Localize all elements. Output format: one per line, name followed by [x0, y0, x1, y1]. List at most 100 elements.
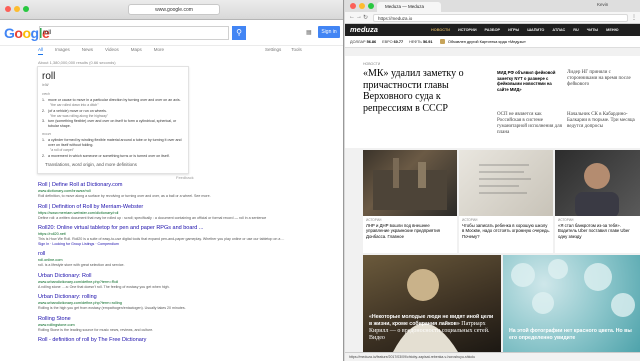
minimize-icon[interactable]: [14, 6, 20, 12]
zoom-icon[interactable]: [23, 6, 29, 12]
result-title[interactable]: Roll20: Online virtual tabletop for pen …: [38, 225, 288, 232]
tab-videos[interactable]: Videos: [105, 47, 119, 55]
tab-news[interactable]: News: [82, 47, 93, 55]
result-sitelinks[interactable]: Sign In · Looking for Group Listings · C…: [38, 242, 288, 247]
factory-image: [373, 158, 447, 210]
result-snippet: Roll definition, to move along a surface…: [38, 194, 211, 198]
top-kicker: НОВОСТИ: [363, 62, 381, 66]
story-card[interactable]: ИСТОРИИ Чтобы записать ребенка в хорошую…: [459, 150, 553, 253]
search-input[interactable]: roll: [39, 26, 229, 40]
nav-shapito[interactable]: ШАПИТО: [527, 28, 544, 32]
result-title[interactable]: Urban Dictionary: Roll: [38, 273, 288, 280]
side-story-title[interactable]: Лидер НГ приняли с сторонниками на время…: [567, 70, 635, 88]
story-card[interactable]: ИСТОРИИ «Я стал банкротом из-за тебя». В…: [555, 150, 640, 253]
result-snippet: Rolling is the high you get from ecstasy…: [38, 306, 186, 310]
settings-link[interactable]: Settings: [265, 47, 281, 52]
handwritten-list-image: [479, 164, 531, 194]
sign-in-button[interactable]: Sign in: [318, 26, 340, 38]
tab-more[interactable]: More: [154, 47, 164, 55]
window-controls: [350, 3, 374, 9]
minimize-icon[interactable]: [359, 3, 365, 9]
search-results: Roll | Define Roll at Dictionary.com www…: [38, 182, 288, 349]
status-bar: https://meduza.io/feature/2017/03/09/cht…: [345, 352, 640, 361]
safari-window: www.google.com Google roll ⚲ ▦ Sign in A…: [0, 0, 344, 361]
feature-story[interactable]: На этой фотографии нет красного цвета. Н…: [503, 255, 640, 352]
dict-example: "the car was rolling along the highway": [50, 113, 109, 118]
ticker-text[interactable]: Объявлен другой Картотека ярда «Медузы»: [448, 40, 526, 44]
nav-lang[interactable]: RU: [573, 28, 578, 32]
profile-button[interactable]: Kevin: [597, 2, 608, 7]
search-tabs: All Images News Videos Maps More: [38, 47, 164, 55]
story-image: [363, 150, 457, 216]
browser-tab[interactable]: Meduza — Meduza: [377, 2, 441, 12]
back-icon[interactable]: ←: [349, 14, 355, 20]
currency-rates: ДОЛЛАР 56.86 ЕВРО 60.77 НЕФТЬ 56.91: [350, 40, 433, 44]
search-result: Rolling Stone www.rollingstone.com Rolli…: [38, 316, 288, 333]
close-icon[interactable]: [350, 3, 356, 9]
reload-icon[interactable]: ↻: [363, 14, 368, 21]
nav-atlas[interactable]: АТЛАС: [552, 28, 565, 32]
search-result: Roll | Define Roll at Dictionary.com www…: [38, 182, 288, 199]
search-result: Roll | Definition of Roll by Merriam-Web…: [38, 204, 288, 221]
search-icon[interactable]: ⚲: [232, 26, 246, 40]
tab-all[interactable]: All: [38, 47, 44, 55]
safari-toolbar: www.google.com: [0, 0, 343, 20]
dictionary-card: roll /rōl/ verb 1. move or cause to move …: [37, 66, 189, 174]
dict-pos-verb: verb: [42, 91, 50, 96]
dict-definition: 1. move or cause to move in a particular …: [42, 98, 181, 102]
side-story-sub[interactable]: Начальник СК в Кабардино-Балкарии в тюрь…: [567, 112, 635, 130]
nav-analysis[interactable]: РАЗБОР: [485, 28, 501, 32]
search-tools: Settings Tools: [265, 47, 302, 52]
result-snippet: This is How We Roll. Roll20 is a suite o…: [38, 237, 285, 241]
feature-caption: На этой фотографии нет красного цвета. Н…: [509, 328, 632, 341]
tab-images[interactable]: Images: [55, 47, 70, 55]
address-bar[interactable]: https://meduza.io: [373, 14, 628, 22]
result-title[interactable]: Roll | Define Roll at Dictionary.com: [38, 182, 288, 189]
side-story-sub[interactable]: ОСП не является как Российская в системе…: [497, 112, 563, 136]
result-snippet: Define roll: a written document that may…: [38, 215, 267, 220]
tab-maps[interactable]: Maps: [131, 47, 142, 55]
nav-menu[interactable]: МЕНЮ: [606, 28, 618, 32]
meduza-logo[interactable]: meduza: [350, 25, 378, 34]
ticker-marker: [440, 39, 445, 44]
result-stats: About 1,380,000,000 results (0.66 second…: [38, 60, 116, 65]
ticker-bar: ДОЛЛАР 56.86 ЕВРО 60.77 НЕФТЬ 56.91 Объя…: [345, 36, 640, 48]
nav-stories[interactable]: ИСТОРИИ: [458, 28, 477, 32]
meduza-nav: meduza НОВОСТИ ИСТОРИИ РАЗБОР ИГРЫ ШАПИТ…: [345, 24, 640, 36]
grid-icon[interactable]: ▦: [306, 29, 312, 36]
menu-icon[interactable]: ⋮: [631, 14, 637, 21]
window-controls: [5, 6, 29, 12]
result-title[interactable]: Roll - definition of roll by The Free Di…: [38, 337, 288, 344]
address-bar[interactable]: www.google.com: [128, 4, 220, 15]
result-title[interactable]: roll: [38, 251, 288, 258]
main-headline[interactable]: «МК» удалил заметку о причастности главы…: [363, 68, 488, 114]
feedback-link[interactable]: Feedback: [176, 175, 194, 180]
feature-story[interactable]: «Некоторые молодые люди не видят иной це…: [363, 255, 501, 352]
nav-read[interactable]: ЧИТЫ: [587, 28, 598, 32]
close-icon[interactable]: [5, 6, 11, 12]
result-snippet: roll. is a lifestyle store with great se…: [38, 263, 125, 267]
dict-definition: 1. a cylinder formed by winding flexible …: [42, 138, 182, 147]
result-title[interactable]: Rolling Stone: [38, 316, 288, 323]
dict-word: roll: [42, 71, 56, 82]
search-result: Roll - definition of roll by The Free Di…: [38, 337, 288, 344]
side-story-title[interactable]: МИД РФ объявил фейковой заметку NYT о ра…: [497, 70, 563, 92]
story-caption: «Я стал банкротом из-за тебя». Водитель …: [558, 223, 630, 239]
dict-definition: 2. a movement in which someone or somethi…: [42, 153, 170, 158]
result-snippet: Rolling Stone is the leading source for …: [38, 327, 154, 332]
forward-icon[interactable]: →: [356, 14, 362, 20]
feature-caption: «Некоторые молодые люди не видят иной це…: [369, 314, 494, 341]
result-title[interactable]: Roll | Definition of Roll by Merriam-Web…: [38, 204, 288, 211]
result-title[interactable]: Urban Dictionary: rolling: [38, 294, 288, 301]
search-result: Roll20: Online virtual tabletop for pen …: [38, 225, 288, 246]
google-header: Google roll ⚲ ▦ Sign in: [0, 20, 343, 46]
more-definitions-link[interactable]: Translations, word origin, and more defi…: [45, 162, 137, 167]
rate-oil: НЕФТЬ 56.91: [409, 40, 433, 44]
nav-games[interactable]: ИГРЫ: [508, 28, 519, 32]
story-card[interactable]: ИСТОРИИ ЛНР и ДНР вошли под внешнее упра…: [363, 150, 457, 253]
zoom-icon[interactable]: [368, 3, 374, 9]
nav-news[interactable]: НОВОСТИ: [431, 28, 450, 32]
tools-link[interactable]: Tools: [291, 47, 302, 52]
search-result: roll roll.online.com roll. is a lifestyl…: [38, 251, 288, 268]
chrome-toolbar: ← → ↻ https://meduza.io ⋮: [345, 12, 640, 24]
